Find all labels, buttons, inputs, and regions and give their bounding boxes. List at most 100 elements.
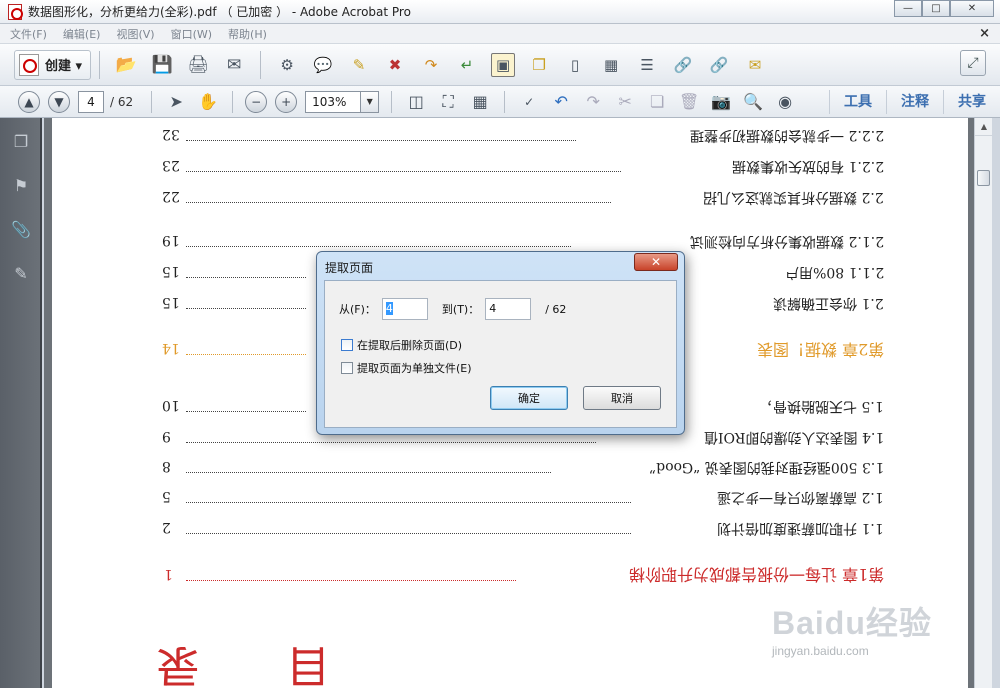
toc-dots [186,472,551,473]
email-icon[interactable]: ✉ [222,53,246,77]
menu-file[interactable]: 文件(F) [10,26,47,42]
watermark-url: jingyan.baidu.com [772,644,869,658]
gear-icon[interactable]: ⚙ [275,53,299,77]
tab-share[interactable]: 共享 [943,90,1000,114]
combine-icon[interactable]: ▦ [599,53,623,77]
watermark-text: Baidu经验 [772,605,932,641]
attachment-icon[interactable]: 📎 [10,218,32,240]
form-icon[interactable]: ☰ [635,53,659,77]
menu-view[interactable]: 视图(V) [116,26,154,42]
prev-page-icon[interactable]: ▲ [18,90,40,113]
unlink-icon[interactable]: 🔗 [707,53,731,77]
window-title: 数据图形化，分析更给力(全彩).pdf （ 已加密 ） - Adobe Acro… [28,5,411,19]
redo-icon[interactable]: ↷ [582,91,604,113]
separate-files-checkbox[interactable] [341,362,353,374]
next-page-icon[interactable]: ▼ [48,90,70,113]
navigation-toolbar: ▲ ▼ 4 / 62 ➤ ✋ − + 103% ▼ ◫ ⛶ ▦ ✓ ↶ ↷ ✂ … [0,86,1000,118]
zoom-input[interactable]: 103% [305,90,362,113]
dialog-body: 从(F)： 4 到(T)： 4 / 62 在提取后删除页面(D) 提取页面为单独… [324,280,677,428]
window-controls: — □ ✕ [894,0,994,17]
menu-help[interactable]: 帮助(H) [228,26,267,42]
task-pane-tabs: 工具 注释 共享 [829,86,1000,118]
toc-page-number: 2 [162,519,171,535]
select-icon[interactable]: ▣ [491,52,516,77]
tab-tools[interactable]: 工具 [829,90,886,114]
separator [391,90,393,113]
menu-edit[interactable]: 编辑(E) [63,26,101,42]
copy-icon[interactable]: ❐ [527,53,551,77]
binoculars-icon[interactable]: ◉ [774,91,796,113]
total-pages-label: / 62 [545,302,567,316]
toc-entry: 1.4 图表达人劲爆的即ROI值 [703,429,884,445]
zoom-in-icon[interactable]: + [275,90,298,113]
menu-window[interactable]: 窗口(W) [171,26,212,42]
print-icon[interactable]: 🖨 [186,53,210,77]
fullscreen-icon[interactable]: ⛶ [437,91,459,113]
export-icon[interactable]: ↷ [419,53,443,77]
delete-after-option[interactable]: 在提取后删除页面(D) [341,337,462,353]
expand-icon[interactable]: ⤢ [960,50,986,76]
save-icon[interactable]: 💾 [150,53,174,77]
signature-icon[interactable]: ✎ [10,262,32,284]
tab-comment[interactable]: 注释 [886,90,943,114]
paste-icon[interactable]: ❏ [646,91,668,113]
create-button[interactable]: 创建 ▾ [14,49,92,80]
snapshot-icon[interactable]: 📷 [710,91,732,113]
comment-icon[interactable]: 💬 [311,53,335,77]
minimize-button[interactable]: — [894,0,922,17]
toc-dots [186,277,306,278]
highlight-icon[interactable]: ✎ [347,53,371,77]
toc-dots [186,442,596,443]
undo-icon[interactable]: ↶ [550,91,572,113]
close-window-button[interactable]: ✕ [950,0,994,17]
toc-page-number: 32 [162,126,180,142]
cut-icon[interactable]: ✂ [614,91,636,113]
spellcheck-icon[interactable]: ✓ [518,91,540,113]
zoom-out-icon[interactable]: − [245,90,268,113]
fit-page-icon[interactable]: ◫ [405,91,427,113]
zoom-dropdown-icon[interactable]: ▼ [361,90,380,113]
dialog-close-button[interactable]: ✕ [634,253,678,271]
search-icon[interactable]: 🔍 [742,91,764,113]
from-input[interactable]: 4 [381,298,428,320]
separator [99,50,101,79]
extract-pages-dialog: 提取页面 ✕ 从(F)： 4 到(T)： 4 / 62 在提取后删除页面(D) … [316,251,685,435]
separate-files-option[interactable]: 提取页面为单独文件(E) [341,360,472,376]
restore-button[interactable]: □ [922,0,950,17]
open-folder-icon[interactable]: 📂 [114,53,138,77]
delete-icon[interactable]: 🗑 [678,91,700,113]
select-tool-icon[interactable]: ➤ [165,91,187,113]
page-icon[interactable]: ▯ [563,53,587,77]
toc-chapter: 第1章 让每一份报告都成为升职阶梯 [628,565,884,584]
bookmark-icon[interactable]: ⚑ [10,174,32,196]
toc-page-number: 10 [162,397,180,413]
toc-dots [186,140,576,141]
scroll-thumb[interactable] [977,170,990,186]
menu-bar: 文件(F) 编辑(E) 视图(V) 窗口(W) 帮助(H) × [0,24,1000,44]
toc-entry: 2.2.1 有的放矢收集数据 [731,158,884,174]
to-input[interactable]: 4 [485,298,532,320]
crop-icon[interactable]: ✖ [383,53,407,77]
from-value: 4 [385,302,393,315]
insert-icon[interactable]: ↵ [455,53,479,77]
separate-files-label: 提取页面为单独文件(E) [357,362,472,375]
link-icon[interactable]: 🔗 [671,53,695,77]
baidu-watermark: Baidu经验 jingyan.baidu.com [768,588,968,668]
ok-button[interactable]: 确定 [490,386,568,410]
pages-panel-icon[interactable]: ❐ [10,130,32,152]
toc-entry: 2.1.1 80%用户 [784,264,884,280]
page-number-input[interactable]: 4 [78,90,104,113]
delete-after-checkbox[interactable] [341,339,353,351]
close-document-button[interactable]: × [979,26,990,41]
vertical-scrollbar[interactable]: ▲ [974,118,993,688]
toc-dots [186,502,631,503]
page-total: / 62 [110,94,134,109]
scroll-up-icon[interactable]: ▲ [975,118,993,136]
hand-tool-icon[interactable]: ✋ [197,91,219,113]
stamp-icon[interactable]: ✉ [743,53,767,77]
pdf-icon [8,3,23,20]
to-label: 到(T)： [441,303,480,316]
two-page-icon[interactable]: ▦ [469,91,491,113]
cancel-button[interactable]: 取消 [583,386,661,410]
toc-dots [186,202,611,203]
